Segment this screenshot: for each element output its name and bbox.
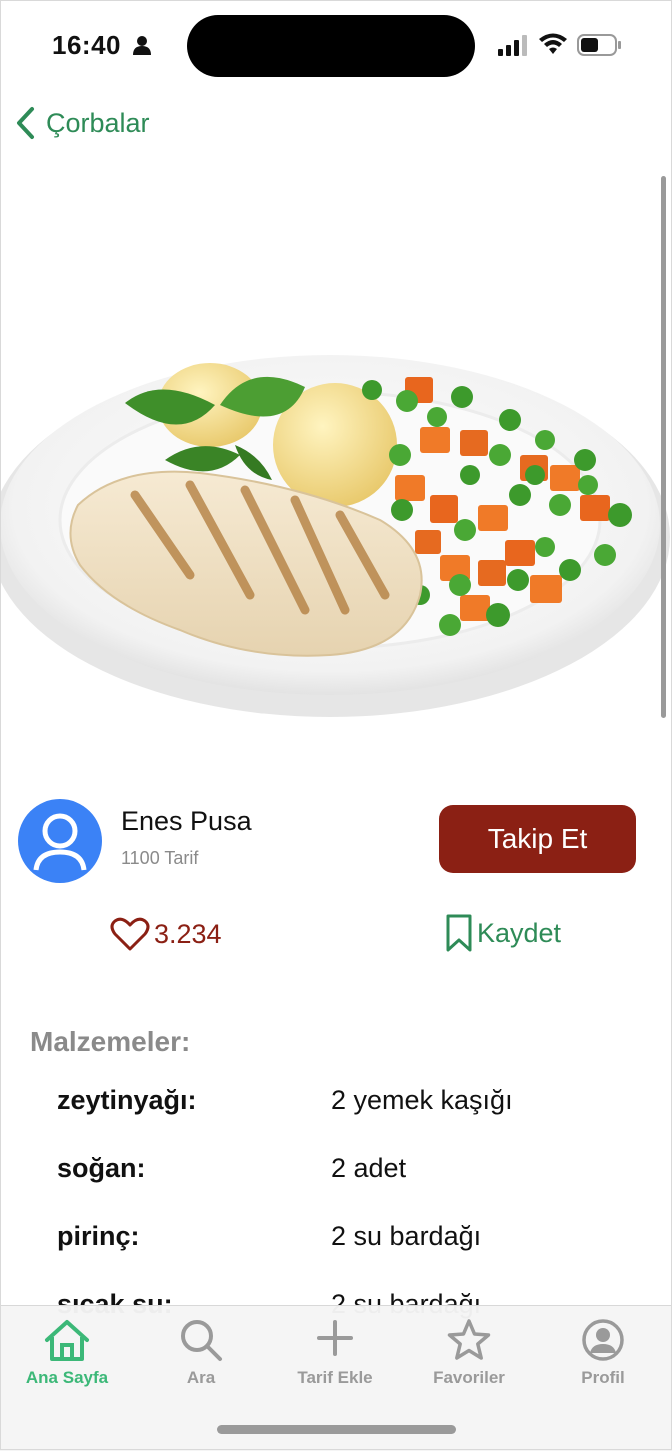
save-label: Kaydet: [477, 917, 562, 948]
back-button[interactable]: Çorbalar: [14, 106, 150, 140]
search-icon: [181, 1320, 222, 1361]
ingredient-amount: 2 yemek kaşığı: [331, 1085, 513, 1115]
profile-icon: [582, 1319, 624, 1361]
heart-icon: [110, 917, 150, 951]
tab-label: Profil: [581, 1368, 625, 1387]
bookmark-icon: [446, 914, 472, 952]
status-time: 16:40: [52, 30, 121, 60]
tab-add-recipe[interactable]: Tarif Ekle: [268, 1306, 402, 1406]
ingredient-row: zeytinyağı: 2 yemek kaşığı: [0, 1085, 672, 1125]
signal-icon: [498, 35, 527, 56]
save-button[interactable]: Kaydet: [445, 913, 561, 953]
like-button[interactable]: 3.234: [110, 916, 222, 952]
home-indicator: [217, 1425, 456, 1434]
ingredient-name: zeytinyağı:: [57, 1085, 197, 1115]
tab-search[interactable]: Ara: [134, 1306, 268, 1406]
tab-label: Ara: [186, 1368, 216, 1387]
tab-label: Favoriler: [433, 1368, 505, 1387]
author-recipe-count: 1100 Tarif: [121, 848, 199, 868]
tab-home[interactable]: Ana Sayfa: [0, 1306, 134, 1406]
ingredients-title: Malzemeler:: [30, 1026, 191, 1057]
ingredient-amount: 2 adet: [331, 1153, 407, 1183]
battery-icon: [577, 34, 621, 56]
author-name[interactable]: Enes Pusa: [121, 806, 252, 837]
follow-button[interactable]: Takip Et: [439, 805, 636, 873]
ingredient-name: soğan:: [57, 1153, 146, 1183]
chevron-left-icon: [17, 107, 34, 139]
tab-label: Ana Sayfa: [25, 1368, 109, 1387]
dynamic-island: [187, 15, 475, 77]
ingredient-row: pirinç: 2 su bardağı: [0, 1221, 672, 1261]
recipe-image: [0, 155, 672, 775]
tab-profile[interactable]: Profil: [536, 1306, 670, 1406]
scrollbar[interactable]: [661, 176, 666, 718]
ingredient-row: soğan: 2 adet: [0, 1153, 672, 1193]
person-icon: [133, 36, 151, 55]
back-label: Çorbalar: [46, 107, 150, 138]
plus-icon: [317, 1320, 353, 1356]
tab-favorites[interactable]: Favoriler: [402, 1306, 536, 1406]
star-icon: [447, 1319, 491, 1360]
ingredient-name: pirinç:: [57, 1221, 140, 1251]
like-count: 3.234: [154, 918, 222, 949]
tab-label: Tarif Ekle: [297, 1368, 373, 1387]
avatar[interactable]: [18, 798, 102, 884]
ingredient-amount: 2 su bardağı: [331, 1221, 482, 1251]
home-icon: [45, 1320, 89, 1361]
wifi-icon: [539, 33, 567, 54]
